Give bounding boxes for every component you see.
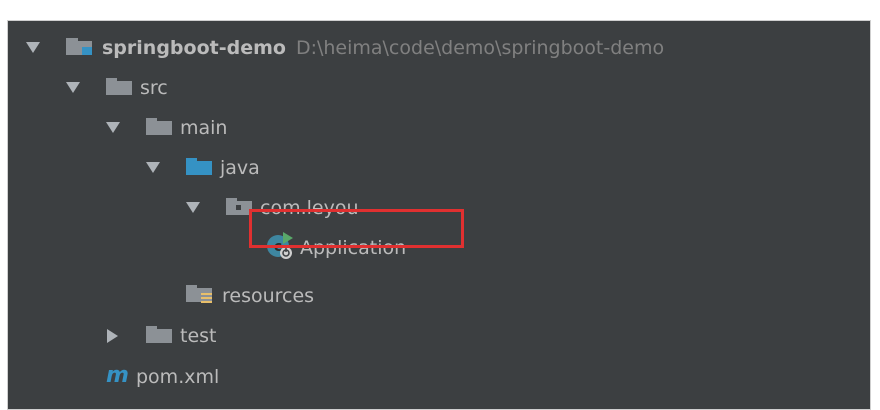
root-project-path: D:\heima\code\demo\springboot-demo — [295, 37, 665, 59]
highlight-box — [249, 209, 464, 248]
module-folder-icon — [66, 35, 96, 62]
tree-row-pom[interactable]: m pom.xml — [106, 357, 219, 397]
resources-folder-icon — [186, 282, 216, 311]
tree-row-test[interactable]: test — [106, 316, 217, 356]
maven-icon: m — [106, 363, 130, 391]
root-project-label: springboot-demo — [102, 37, 286, 59]
collapsed-arrow-icon[interactable] — [106, 329, 120, 343]
pom-label: pom.xml — [136, 366, 220, 388]
tree-row-java[interactable]: java — [146, 148, 260, 188]
java-label: java — [220, 157, 260, 179]
folder-icon — [106, 75, 134, 102]
tree-row-src[interactable]: src — [66, 68, 168, 108]
resources-label: resources — [222, 285, 315, 307]
source-folder-icon — [186, 155, 214, 182]
expanded-arrow-icon[interactable] — [26, 41, 40, 55]
folder-icon — [146, 115, 174, 142]
expanded-arrow-icon[interactable] — [66, 81, 80, 95]
src-label: src — [140, 77, 168, 99]
test-label: test — [180, 325, 217, 347]
tree-row-resources[interactable]: resources — [186, 276, 314, 316]
main-label: main — [180, 117, 228, 139]
expanded-arrow-icon[interactable] — [186, 201, 200, 215]
svg-text:m: m — [106, 364, 129, 386]
expanded-arrow-icon[interactable] — [106, 121, 120, 135]
folder-icon — [146, 323, 174, 350]
tree-row-springboot-demo[interactable]: springboot-demo D:\heima\code\demo\sprin… — [26, 28, 664, 68]
expanded-arrow-icon[interactable] — [146, 161, 160, 175]
tree-row-main[interactable]: main — [106, 108, 227, 148]
